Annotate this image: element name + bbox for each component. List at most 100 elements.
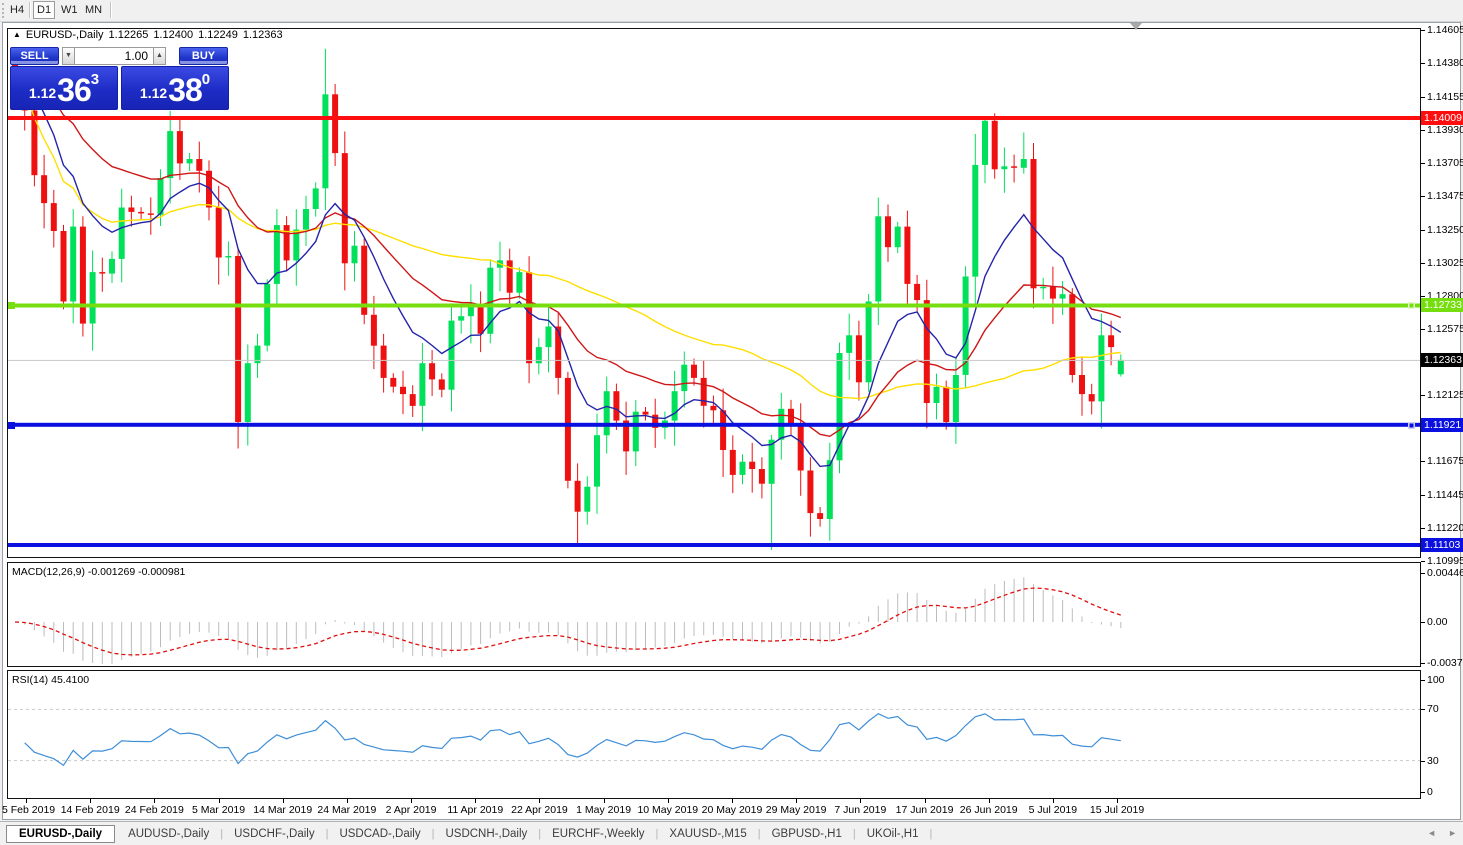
level-price-label[interactable]: 1.12733 <box>1421 298 1463 312</box>
y-axis-tick-mark <box>1421 329 1425 330</box>
current-price-label: 1.12363 <box>1421 353 1463 367</box>
x-axis-tick: 11 Apr 2019 <box>447 804 503 816</box>
rsi-value: 45.4100 <box>51 674 89 686</box>
macd-name: MACD(12,26,9) <box>12 566 85 578</box>
y-axis-tick-mark <box>1421 30 1425 31</box>
macd-axis-tick: 0.004465 <box>1427 567 1463 579</box>
sell-price-prefix: 1.12 <box>29 85 56 101</box>
tab-divider: | <box>930 828 933 840</box>
sell-button[interactable]: SELL <box>10 47 59 65</box>
macd-canvas[interactable] <box>8 563 1420 666</box>
x-axis-tick: 24 Feb 2019 <box>125 804 184 816</box>
rsi-panel[interactable] <box>7 670 1421 799</box>
x-axis-tick: 5 Jul 2019 <box>1029 804 1077 816</box>
volume-input[interactable] <box>75 47 153 65</box>
macd-panel[interactable] <box>7 562 1421 667</box>
y-axis-tick: 1.13930 <box>1427 124 1463 136</box>
y-axis-tick-mark <box>1421 196 1425 197</box>
level-handle[interactable] <box>8 422 15 429</box>
x-axis-tick: 5 Mar 2019 <box>192 804 245 816</box>
rsi-canvas[interactable] <box>8 671 1420 798</box>
macd-main-value: -0.001269 <box>88 566 135 578</box>
level-price-label[interactable]: 1.14009 <box>1421 111 1463 125</box>
rsi-axis-tick-mark <box>1421 761 1425 762</box>
x-axis-tick-mark <box>90 799 91 803</box>
tab-scroll-right-icon[interactable]: ► <box>1448 828 1457 838</box>
y-axis-tick-mark <box>1421 163 1425 164</box>
chart-tab-eurusd-daily[interactable]: EURUSD-,Daily <box>6 825 115 843</box>
buy-price-box[interactable]: 1.12 38 0 <box>121 66 229 110</box>
x-axis-tick: 5 Feb 2019 <box>2 804 55 816</box>
x-axis-tick-mark <box>925 799 926 803</box>
chart-tab-ukoil-h1[interactable]: UKOil-,H1 <box>856 826 930 842</box>
y-axis-tick: 1.13705 <box>1427 157 1463 169</box>
level-price-label[interactable]: 1.11103 <box>1421 538 1463 552</box>
level-handle[interactable] <box>1408 302 1415 309</box>
chart-tab-usdcnh-daily[interactable]: USDCNH-,Daily <box>434 826 538 842</box>
y-axis-tick: 1.11220 <box>1427 522 1463 534</box>
y-axis-tick: 1.11675 <box>1427 455 1463 467</box>
y-axis-tick-mark <box>1421 263 1425 264</box>
chart-open-value: 1.12265 <box>109 29 149 41</box>
buy-button[interactable]: BUY <box>179 47 228 65</box>
y-axis-tick: 1.10995 <box>1427 555 1463 567</box>
rsi-axis-tick: 70 <box>1427 703 1439 715</box>
x-axis-tick-mark <box>26 799 27 803</box>
chart-tab-audusd-daily[interactable]: AUDUSD-,Daily <box>117 826 220 842</box>
x-axis-tick: 29 May 2019 <box>766 804 827 816</box>
collapse-trade-panel-icon[interactable]: ▲ <box>13 30 21 40</box>
level-handle[interactable] <box>1408 422 1415 429</box>
rsi-axis-tick-mark <box>1421 709 1425 710</box>
x-axis-tick: 26 Jun 2019 <box>960 804 1018 816</box>
chart-symbol-label: EURUSD-,Daily <box>26 29 104 41</box>
x-axis-tick-mark <box>539 799 540 803</box>
chart-shift-marker-icon[interactable] <box>1130 23 1142 30</box>
timeframe-h4-button[interactable]: H4 <box>6 1 28 19</box>
y-axis-tick-mark <box>1421 230 1425 231</box>
y-axis-tick: 1.14380 <box>1427 57 1463 69</box>
buy-price-pip: 0 <box>202 71 210 88</box>
x-axis-tick-mark <box>604 799 605 803</box>
x-axis-tick: 2 Apr 2019 <box>386 804 437 816</box>
chart-tab-usdcad-daily[interactable]: USDCAD-,Daily <box>328 826 431 842</box>
timeframe-w1-button[interactable]: W1 <box>57 1 82 19</box>
x-axis-tick: 22 Apr 2019 <box>511 804 568 816</box>
sell-price-box[interactable]: 1.12 36 3 <box>10 66 118 110</box>
timeframe-d1-button[interactable]: D1 <box>33 1 55 19</box>
y-axis-tick-mark <box>1421 296 1425 297</box>
rsi-axis-tick: 100 <box>1427 674 1445 686</box>
level-handle[interactable] <box>8 302 15 309</box>
chart-header: ▲ EURUSD-,Daily 1.12265 1.12400 1.12249 … <box>13 29 283 41</box>
x-axis-tick-mark <box>411 799 412 803</box>
macd-axis-tick: -0.003715 <box>1427 657 1463 669</box>
rsi-axis-tick-mark <box>1421 792 1425 793</box>
y-axis-tick: 1.13475 <box>1427 190 1463 202</box>
x-axis-tick: 14 Feb 2019 <box>61 804 120 816</box>
x-axis-tick-mark <box>219 799 220 803</box>
y-axis-tick: 1.12125 <box>1427 389 1463 401</box>
x-axis-tick: 24 Mar 2019 <box>317 804 376 816</box>
level-price-label[interactable]: 1.11921 <box>1421 418 1463 432</box>
sell-price-pip: 3 <box>91 71 99 88</box>
timeframe-mn-button[interactable]: MN <box>81 1 106 19</box>
x-axis-tick-mark <box>796 799 797 803</box>
x-axis-tick-mark <box>989 799 990 803</box>
x-axis-tick: 15 Jul 2019 <box>1090 804 1144 816</box>
rsi-label: RSI(14) 45.4100 <box>12 674 89 686</box>
volume-increase-button[interactable]: ▲ <box>153 47 166 65</box>
x-axis-tick-mark <box>732 799 733 803</box>
chart-tab-eurchf-weekly[interactable]: EURCHF-,Weekly <box>541 826 655 842</box>
macd-signal-value: -0.000981 <box>138 566 185 578</box>
chart-tab-gbpusd-h1[interactable]: GBPUSD-,H1 <box>761 826 853 842</box>
volume-decrease-button[interactable]: ▼ <box>62 47 75 65</box>
y-axis-tick: 1.11445 <box>1427 489 1463 501</box>
y-axis-tick-mark <box>1421 97 1425 98</box>
y-axis-tick-mark <box>1421 63 1425 64</box>
chart-tab-xauusd-m15[interactable]: XAUUSD-,M15 <box>658 826 757 842</box>
buy-price-prefix: 1.12 <box>140 85 167 101</box>
x-axis-tick: 10 May 2019 <box>637 804 698 816</box>
chart-close-value: 1.12363 <box>243 29 283 41</box>
chart-tab-usdchf-daily[interactable]: USDCHF-,Daily <box>223 826 326 842</box>
tab-scroll-left-icon[interactable]: ◄ <box>1427 828 1436 838</box>
x-axis-tick: 14 Mar 2019 <box>253 804 312 816</box>
